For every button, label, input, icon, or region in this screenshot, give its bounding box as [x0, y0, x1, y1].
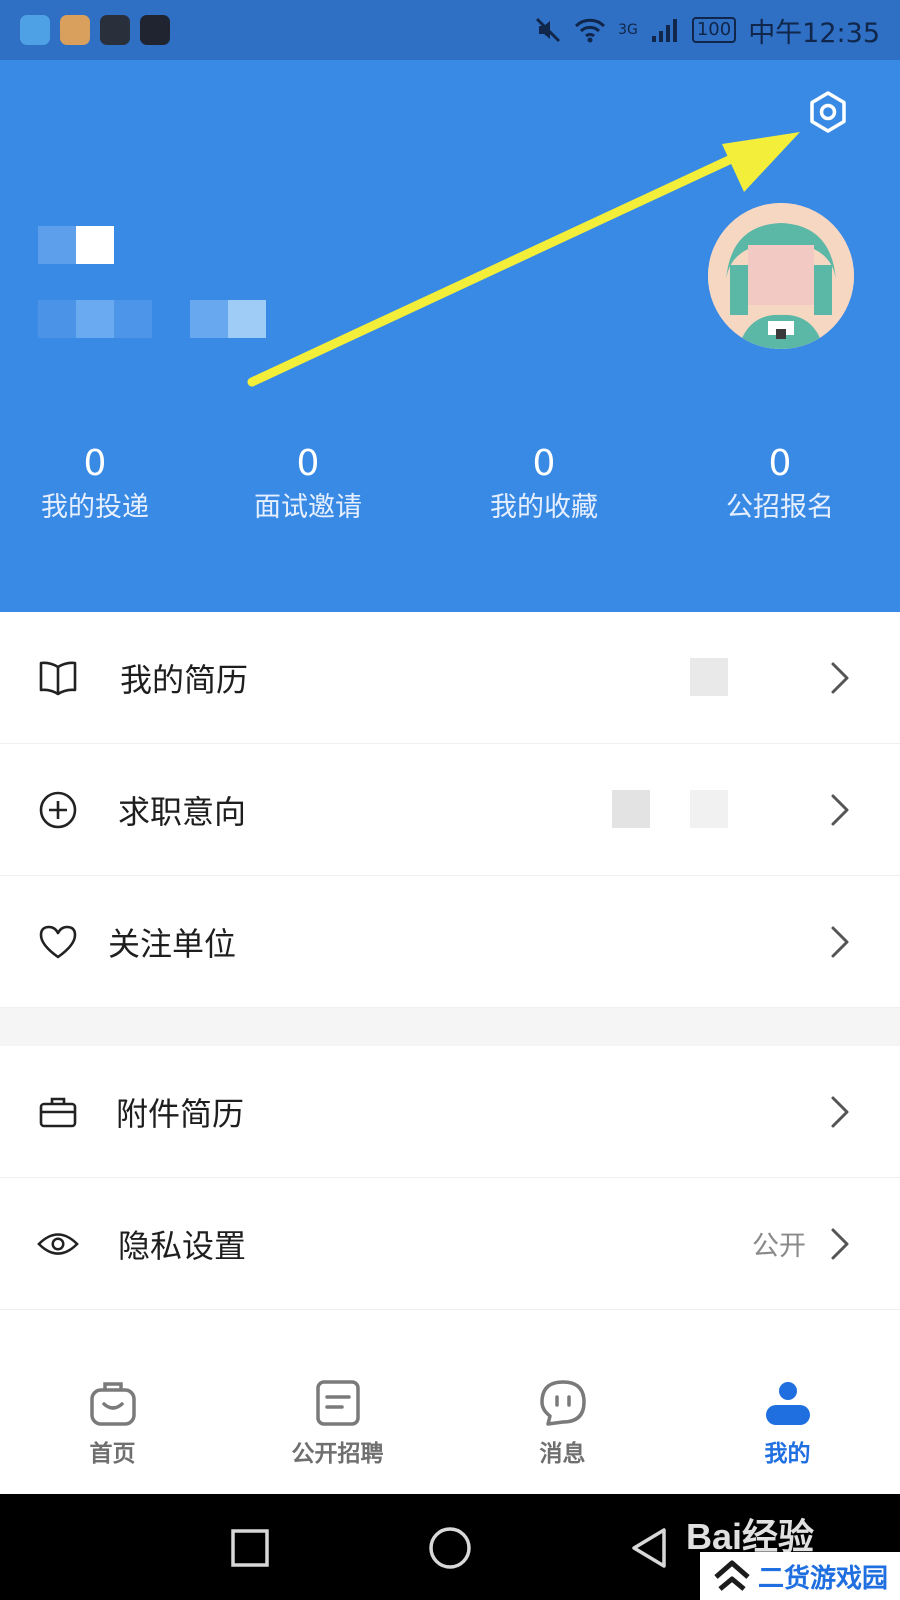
chevron-right-icon — [831, 794, 849, 825]
menu-item-label: 关注单位 — [108, 924, 237, 963]
menu-item-label: 附件简历 — [116, 1094, 245, 1133]
blurred-value — [612, 790, 650, 828]
nav-label: 我的 — [764, 1441, 811, 1467]
chevron-right-icon — [831, 1096, 849, 1127]
menu-item-privacy-settings[interactable]: 隐私设置 公开 — [0, 1178, 900, 1310]
stats-row: 0 我的投递 0 面试邀请 0 我的收藏 0 公招报名 — [0, 442, 900, 530]
book-icon — [36, 656, 80, 700]
app-notification-icon — [140, 15, 170, 45]
chevron-right-icon — [831, 1228, 849, 1259]
stat-value: 0 — [532, 443, 556, 484]
menu-item-my-resume[interactable]: 我的简历 — [0, 612, 900, 744]
app-notification-icon — [20, 15, 50, 45]
privacy-status: 公开 — [752, 1231, 806, 1262]
stat-label: 公招报名 — [726, 492, 834, 523]
wifi-icon — [575, 18, 606, 43]
nav-home[interactable]: 首页 — [0, 1340, 225, 1494]
blurred-value — [690, 790, 728, 828]
mute-icon — [536, 17, 561, 43]
status-bar: 3G 100 中午12:35 — [0, 0, 900, 60]
home-bag-icon — [89, 1382, 136, 1426]
menu-item-attachment-resume[interactable]: 附件简历 — [0, 1046, 900, 1178]
profile-header: 0 我的投递 0 面试邀请 0 我的收藏 0 公招报名 — [0, 60, 900, 612]
system-nav-bar: Bai经验 二货游戏园 — [0, 1494, 900, 1600]
section-divider — [0, 1008, 900, 1046]
menu-list: 我的简历 求职意向 关注单位 附件简历 隐私设置 公开 — [0, 612, 900, 1310]
stat-value: 0 — [296, 443, 320, 484]
nav-label: 首页 — [89, 1441, 136, 1467]
clock: 中午12:35 — [748, 17, 880, 49]
menu-item-label: 我的简历 — [120, 660, 249, 699]
document-icon — [315, 1380, 360, 1426]
nav-messages[interactable]: 消息 — [450, 1340, 675, 1494]
nav-me[interactable]: 我的 — [675, 1340, 900, 1494]
stat-label: 我的投递 — [41, 492, 149, 523]
briefcase-icon — [36, 1090, 80, 1134]
stat-value: 0 — [83, 443, 107, 484]
notification-icons — [20, 15, 170, 45]
message-bubble-icon — [539, 1380, 586, 1426]
stat-value: 0 — [768, 443, 792, 484]
blurred-value — [690, 658, 728, 696]
menu-item-followed-companies[interactable]: 关注单位 — [0, 876, 900, 1008]
stat-interviews[interactable]: 0 面试邀请 — [190, 442, 426, 530]
plus-circle-icon — [36, 788, 80, 832]
stat-label: 我的收藏 — [490, 492, 598, 523]
home-circle-icon[interactable] — [426, 1524, 474, 1572]
stat-label: 面试邀请 — [254, 492, 362, 523]
double-chevron-up-icon — [714, 1560, 750, 1591]
bottom-nav: 首页 公开招聘 消息 我的 — [0, 1340, 900, 1494]
network-type: 3G — [618, 22, 638, 38]
menu-item-label: 隐私设置 — [118, 1226, 247, 1265]
nav-label: 公开招聘 — [291, 1441, 384, 1467]
signal-icon — [651, 19, 677, 42]
recent-apps-icon[interactable] — [226, 1524, 274, 1572]
menu-item-job-intention[interactable]: 求职意向 — [0, 744, 900, 876]
back-triangle-icon[interactable] — [626, 1524, 674, 1572]
eye-icon — [36, 1222, 80, 1266]
site-watermark: 二货游戏园 — [700, 1552, 900, 1600]
status-indicators: 3G 100 中午12:35 — [534, 11, 880, 50]
app-notification-icon — [60, 15, 90, 45]
app-notification-icon — [100, 15, 130, 45]
stat-public-signups[interactable]: 0 公招报名 — [662, 442, 898, 530]
menu-item-label: 求职意向 — [118, 792, 247, 831]
chevron-right-icon — [831, 926, 849, 957]
nav-label: 消息 — [539, 1441, 586, 1467]
stat-deliveries[interactable]: 0 我的投递 — [0, 442, 190, 530]
heart-icon — [36, 920, 80, 964]
battery-level: 100 — [691, 17, 737, 43]
site-watermark-text: 二货游戏园 — [758, 1563, 889, 1594]
user-icon — [765, 1382, 810, 1425]
nav-public-recruitment[interactable]: 公开招聘 — [225, 1340, 450, 1494]
chevron-right-icon — [831, 662, 849, 693]
stat-favorites[interactable]: 0 我的收藏 — [426, 442, 662, 530]
